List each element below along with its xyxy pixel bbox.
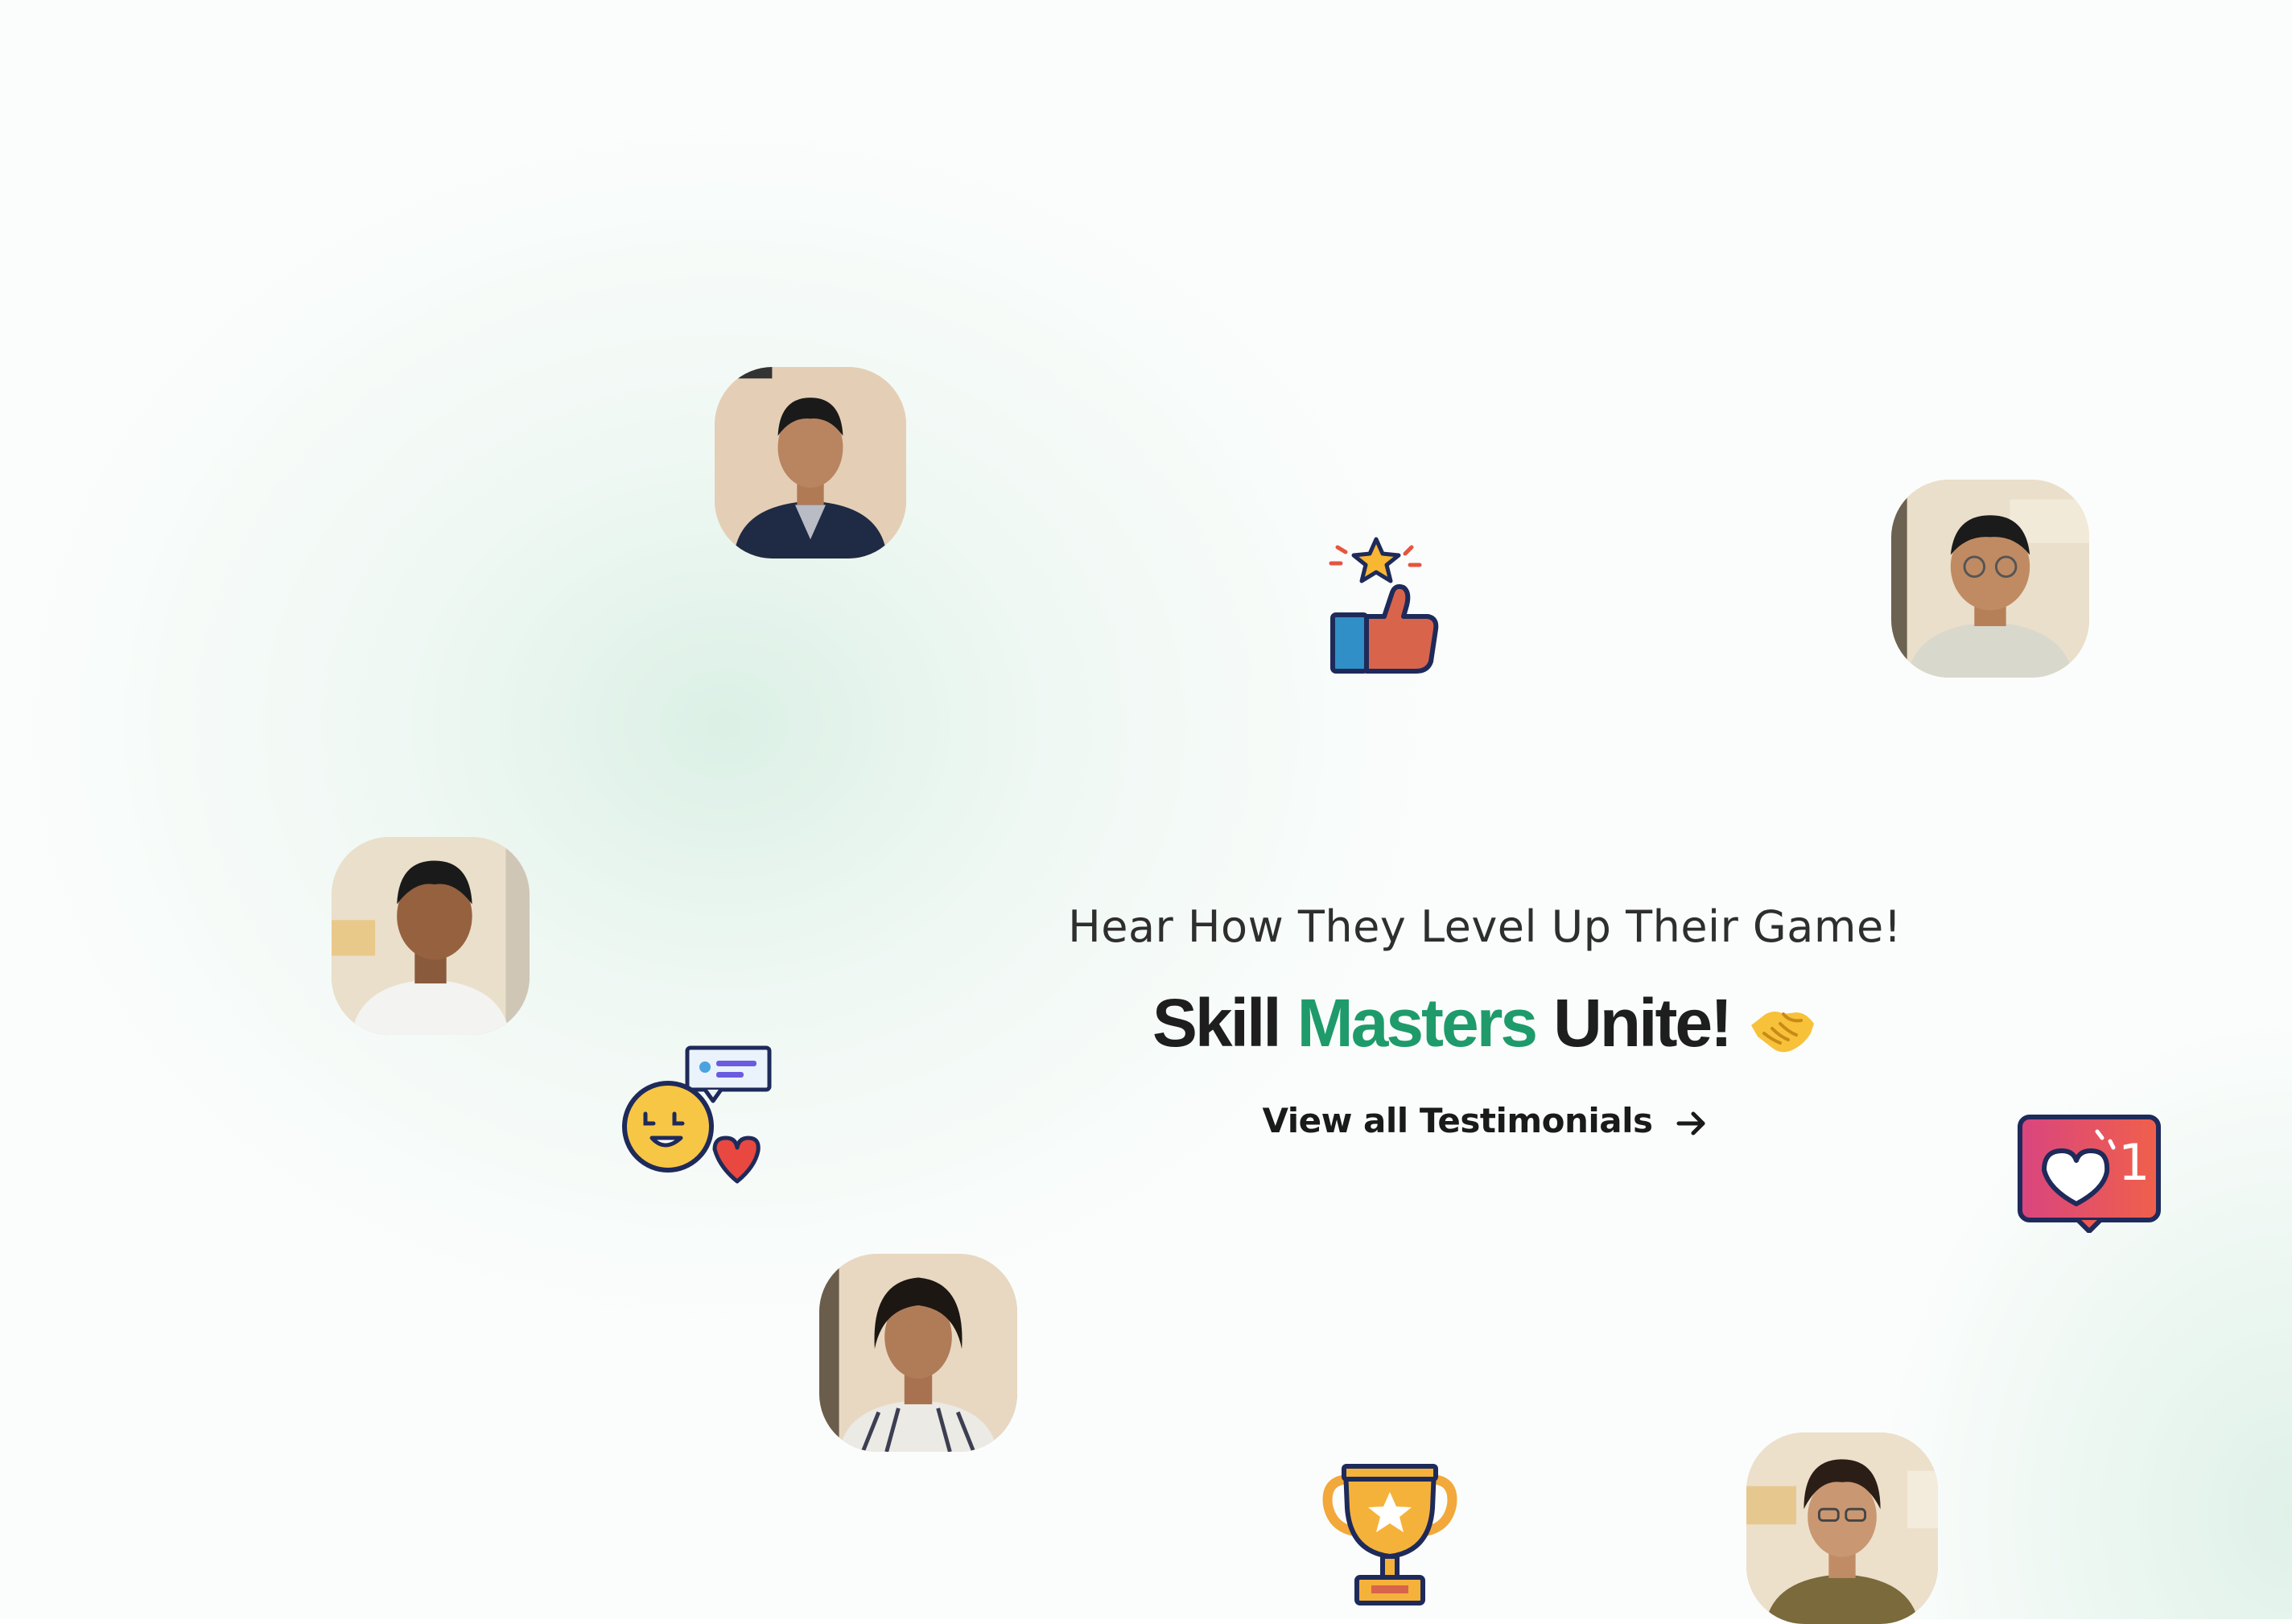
testimonial-avatar-5[interactable] [1746, 1432, 1938, 1624]
cta-label: View all Testimonials [1262, 1101, 1653, 1140]
page-background [0, 0, 2292, 1619]
heart-notification-icon: 1 [2017, 1114, 2162, 1233]
hero-title-unite: Unite! [1553, 985, 1733, 1061]
handshake-icon [1748, 995, 1817, 1052]
testimonial-avatar-4[interactable] [819, 1254, 1017, 1452]
hero-title: Skill Masters Unite! [1022, 984, 1948, 1062]
testimonial-avatar-3[interactable] [332, 837, 530, 1035]
person-photo [1746, 1432, 1938, 1624]
hero-subtitle: Hear How They Level Up Their Game! [1068, 901, 1902, 952]
trophy-icon [1321, 1463, 1458, 1608]
hero-title-skill: Skill [1152, 985, 1282, 1061]
testimonials-hero: Hear How They Level Up Their Game! Skill… [1022, 901, 1948, 1140]
arrow-right-icon [1676, 1107, 1708, 1136]
testimonial-avatar-1[interactable] [715, 367, 906, 559]
thumbs-up-star-icon [1326, 536, 1444, 681]
person-photo [1891, 480, 2089, 678]
testimonial-avatar-2[interactable] [1891, 480, 2089, 678]
person-photo [819, 1254, 1017, 1452]
like-count: 1 [2118, 1133, 2150, 1192]
person-photo [715, 367, 906, 559]
view-all-testimonials-link[interactable]: View all Testimonials [1262, 1101, 1707, 1140]
happy-chat-icon [620, 1045, 774, 1188]
person-photo [332, 837, 530, 1035]
hero-title-masters: Masters [1296, 985, 1539, 1061]
